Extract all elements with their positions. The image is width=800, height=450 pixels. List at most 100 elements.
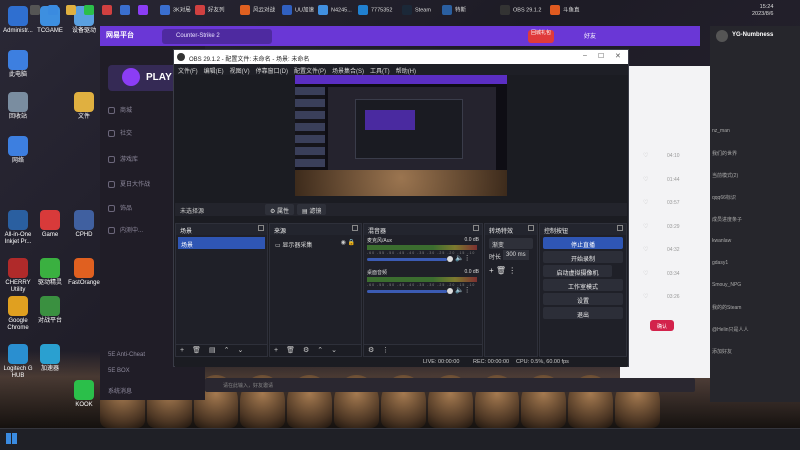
client-bottom-item[interactable]: 5E Anti-Cheat: [108, 352, 145, 358]
friend-row[interactable]: Smouy_NPG: [712, 282, 741, 288]
desktop-icon[interactable]: All-in-One Inkjet Pr...: [2, 210, 34, 246]
taskbar-pinned-icon[interactable]: [102, 5, 115, 17]
visibility-icon[interactable]: ◉ 🔒: [341, 239, 355, 246]
filters-button[interactable]: ▤ 滤镜: [297, 204, 327, 215]
heart-icon[interactable]: ♡: [643, 270, 648, 277]
add-icon[interactable]: +: [274, 347, 278, 354]
popout-icon[interactable]: [258, 225, 264, 231]
close-icon[interactable]: ✕: [615, 52, 621, 60]
delete-icon[interactable]: 🗑: [192, 347, 201, 354]
properties-button[interactable]: ⚙ 属性: [265, 204, 295, 215]
friend-row[interactable]: kwanlaw: [712, 238, 731, 244]
preview-canvas[interactable]: [295, 75, 507, 196]
gear-icon[interactable]: ⚙: [303, 347, 309, 354]
desktop-icon[interactable]: Google Chrome: [2, 296, 34, 332]
desktop-icon[interactable]: CPHD: [68, 210, 100, 239]
scene-item[interactable]: 场景: [178, 237, 265, 249]
client-nav-item[interactable]: 社交: [108, 128, 132, 137]
taskbar-app[interactable]: 3K对局: [160, 5, 191, 17]
windows-start-icon[interactable]: [6, 433, 17, 444]
desktop-icon[interactable]: CHERRY Utility: [2, 258, 34, 294]
friend-row[interactable]: qqq66标识: [712, 194, 736, 201]
move-down-icon[interactable]: ⌄: [237, 347, 243, 354]
client-nav-item[interactable]: 夏日大作战: [108, 179, 150, 188]
taskbar-app[interactable]: UU加速: [282, 5, 314, 17]
delete-icon[interactable]: 🗑: [286, 347, 295, 354]
taskbar-pinned-icon[interactable]: [120, 5, 133, 17]
maximize-icon[interactable]: ☐: [598, 52, 604, 60]
heart-icon[interactable]: ♡: [643, 246, 648, 253]
slider-handle[interactable]: [447, 256, 453, 262]
friend-row[interactable]: @Helin只是人人: [712, 326, 748, 333]
game-tab[interactable]: Counter-Strike 2: [162, 29, 272, 44]
popout-icon[interactable]: [528, 225, 534, 231]
menu-item[interactable]: 编辑(E): [204, 69, 224, 75]
heart-icon[interactable]: ♡: [643, 176, 648, 183]
slider-handle[interactable]: [447, 288, 453, 294]
desktop-icon[interactable]: 此电脑: [2, 50, 34, 79]
desktop-icon[interactable]: Game: [34, 210, 66, 239]
move-up-icon[interactable]: ⌃: [224, 347, 230, 354]
popout-icon[interactable]: [473, 225, 479, 231]
menu-item[interactable]: 视图(V): [230, 69, 250, 75]
chat-input[interactable]: 请在此输入，好友邀请: [205, 378, 695, 392]
confirm-button[interactable]: 确认: [650, 320, 674, 331]
popout-icon[interactable]: [617, 225, 623, 231]
stop-streaming-button[interactable]: 停止直播: [543, 237, 623, 249]
friend-row[interactable]: 当前模式(2): [712, 172, 738, 179]
taskbar-app[interactable]: 7775352: [358, 5, 392, 17]
desktop-icon[interactable]: 文件: [68, 92, 100, 121]
duration-input[interactable]: 300 ms: [503, 250, 529, 260]
desktop-icon[interactable]: FastOrange: [68, 258, 100, 287]
heart-icon[interactable]: ♡: [643, 199, 648, 206]
volume-slider[interactable]: [367, 290, 447, 293]
heart-icon[interactable]: ♡: [643, 293, 648, 300]
taskbar-pinned-icon[interactable]: [84, 5, 97, 17]
desktop-icon[interactable]: 回收站: [2, 92, 34, 121]
delete-icon[interactable]: 🗑: [496, 266, 506, 275]
speaker-icon[interactable]: 🔈⋮: [455, 254, 471, 262]
exit-button[interactable]: 退出: [543, 307, 623, 319]
move-up-icon[interactable]: ⌃: [317, 347, 323, 354]
friend-row[interactable]: 我们的世界: [712, 150, 737, 157]
heart-icon[interactable]: ♡: [643, 223, 648, 230]
friend-row[interactable]: 添加好友: [712, 348, 732, 355]
friends-button[interactable]: 好友: [584, 31, 596, 40]
menu-icon[interactable]: ⋮: [382, 347, 389, 354]
virtual-camera-button[interactable]: 启动虚拟摄像机: [543, 265, 612, 277]
taskbar-app[interactable]: 风云对战: [240, 5, 275, 17]
taskbar-app[interactable]: 特斯: [442, 5, 466, 17]
taskbar-pinned-icon[interactable]: [48, 5, 61, 17]
desktop-icon[interactable]: KOOK: [68, 380, 100, 409]
move-down-icon[interactable]: ⌄: [331, 347, 337, 354]
client-nav-item[interactable]: 饰品: [108, 203, 132, 212]
client-nav-item[interactable]: 内测中...: [108, 225, 143, 234]
settings-button[interactable]: 设置: [543, 293, 623, 305]
minimize-icon[interactable]: –: [583, 52, 587, 59]
gift-badge[interactable]: 回城礼包: [528, 30, 554, 43]
taskbar-pinned-icon[interactable]: [66, 5, 79, 17]
gear-icon[interactable]: ⚙: [368, 347, 374, 354]
source-item[interactable]: ▭ 显示器采集 ◉ 🔒: [272, 237, 359, 249]
taskbar-app[interactable]: OBS 29.1.2: [500, 5, 541, 17]
taskbar-pinned-icon[interactable]: [138, 5, 151, 17]
start-recording-button[interactable]: 开始录制: [543, 251, 623, 263]
friend-row[interactable]: 我的的Steam: [712, 304, 741, 311]
taskbar-app[interactable]: N4245...: [318, 5, 352, 17]
taskbar-app[interactable]: Steam: [402, 5, 431, 17]
taskbar-app[interactable]: 好友列: [195, 5, 225, 17]
friend-row[interactable]: gdasy1: [712, 260, 728, 266]
client-nav-item[interactable]: 游戏库: [108, 154, 138, 163]
desktop-icon[interactable]: 网络: [2, 136, 34, 165]
friend-row[interactable]: nz_man: [712, 128, 730, 134]
menu-item[interactable]: 文件(F): [178, 69, 198, 75]
desktop-icon[interactable]: 加速器: [34, 344, 66, 373]
menu-item[interactable]: 停靠窗口(D): [256, 69, 288, 75]
client-bottom-item[interactable]: 5E BOX: [108, 368, 130, 374]
add-icon[interactable]: +: [180, 347, 184, 354]
taskbar-app[interactable]: 斗鱼直: [550, 5, 580, 17]
speaker-icon[interactable]: 🔈⋮: [455, 286, 471, 294]
taskbar-pinned-icon[interactable]: [30, 5, 43, 17]
client-bottom-item[interactable]: 系统消息: [108, 386, 132, 395]
studio-mode-button[interactable]: 工作室模式: [543, 279, 623, 291]
